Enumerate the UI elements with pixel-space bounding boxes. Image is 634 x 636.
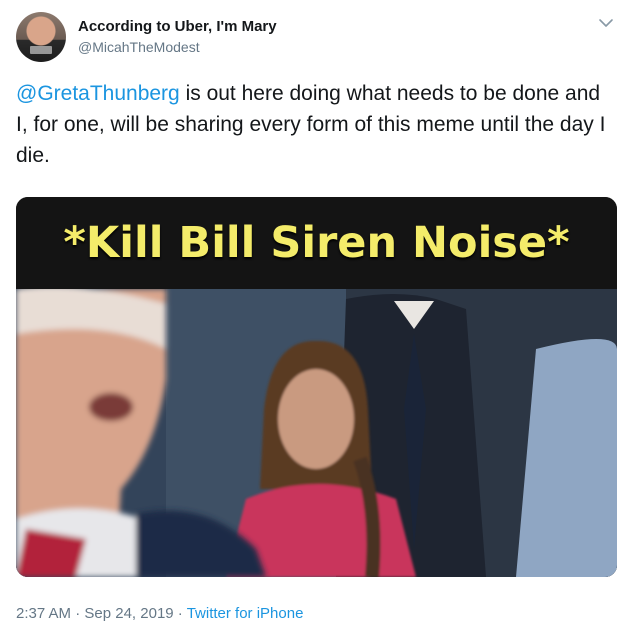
tweet-meta: 2:37 AM · Sep 24, 2019 · Twitter for iPh… [16,604,303,624]
tweet-date[interactable]: Sep 24, 2019 [84,605,173,622]
meta-separator: · [71,605,85,622]
chevron-down-icon[interactable] [598,17,614,29]
meme-caption-band: *Kill Bill Siren Noise* [16,197,617,289]
author-handle[interactable]: @MicahTheModest [78,38,200,56]
tweet: According to Uber, I'm Mary @MicahTheMod… [0,0,634,636]
meme-caption: *Kill Bill Siren Noise* [63,218,570,268]
meme-photo [16,289,617,577]
meta-separator: · [173,605,187,622]
avatar-shirt-print [30,46,52,54]
tweet-time[interactable]: 2:37 AM [16,605,71,622]
tweet-text: @GretaThunberg is out here doing what ne… [16,78,616,171]
author-display-name[interactable]: According to Uber, I'm Mary [78,18,277,36]
tweet-source-link[interactable]: Twitter for iPhone [187,605,304,622]
mention-link[interactable]: @GretaThunberg [16,82,180,105]
tweet-media[interactable]: *Kill Bill Siren Noise* [16,197,617,577]
avatar[interactable] [16,12,66,62]
